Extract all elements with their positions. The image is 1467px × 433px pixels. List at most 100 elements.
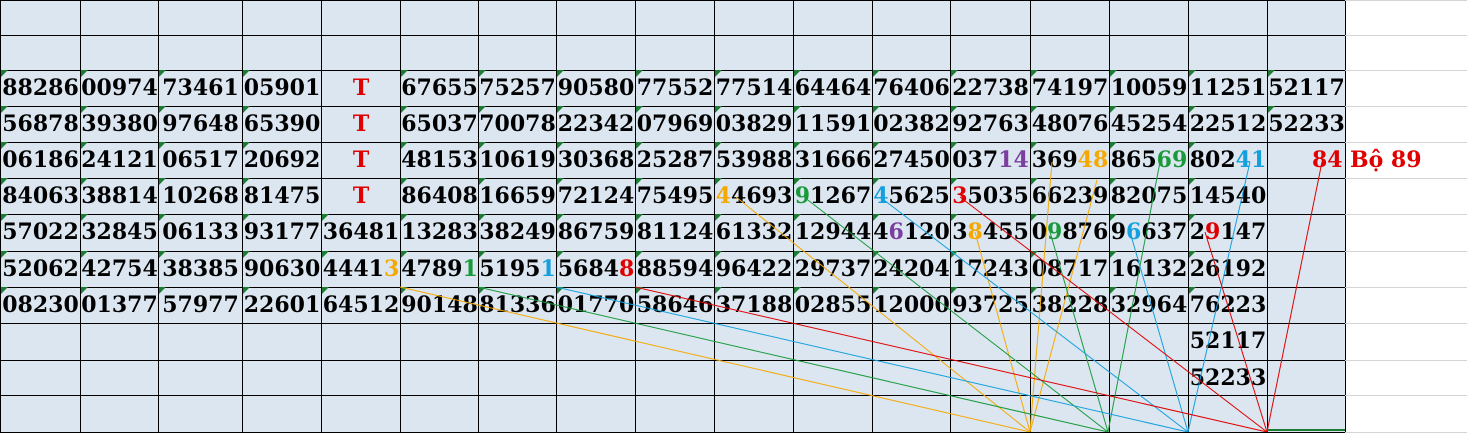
cell-r8-c8[interactable] <box>636 360 714 396</box>
cell-r4-c13[interactable]: 09876 <box>1031 214 1109 250</box>
cell-r2-c9[interactable]: 53988 <box>715 142 793 178</box>
cell-r5-c14[interactable]: 16132 <box>1110 251 1188 287</box>
cell-r2-c1[interactable]: 24121 <box>81 142 158 178</box>
cell-r3-c15[interactable]: 14540 <box>1189 178 1267 214</box>
cell-r0-c12[interactable]: 22738 <box>951 70 1030 106</box>
cell-r4-c7[interactable]: 86759 <box>557 214 635 250</box>
cell-r5-c6[interactable]: 51951 <box>479 251 556 287</box>
cell-r7-c14[interactable] <box>1110 323 1188 359</box>
cell-r6-c16[interactable] <box>1268 287 1345 323</box>
cell-r5-c8[interactable]: 88594 <box>636 251 714 287</box>
cell-r2-c8[interactable]: 25287 <box>636 142 714 178</box>
cell-r6-c7[interactable]: 01770 <box>557 287 635 323</box>
cell-r7-c13[interactable] <box>1031 323 1109 359</box>
cell-r3-c11[interactable]: 45625 <box>873 178 950 214</box>
cell-r6-c8[interactable]: 58646 <box>636 287 714 323</box>
cell-r1-c2[interactable]: 97648 <box>159 106 242 142</box>
cell-r5-c10[interactable]: 29737 <box>794 251 872 287</box>
cell-r3-c12[interactable]: 35035 <box>951 178 1030 214</box>
cell-r3-c1[interactable]: 38814 <box>81 178 158 214</box>
cell-r3-c4[interactable]: T <box>322 178 400 214</box>
cell-r8-c1[interactable] <box>81 360 158 396</box>
cell-r3-c5[interactable]: 86408 <box>401 178 478 214</box>
cell-r0-c0[interactable]: 88286 <box>1 70 80 106</box>
cell-r6-c9[interactable]: 37188 <box>715 287 793 323</box>
cell-r0-c15[interactable]: 11251 <box>1189 70 1267 106</box>
cell-r0-c11[interactable]: 76406 <box>873 70 950 106</box>
cell-r8-c5[interactable] <box>401 360 478 396</box>
cell-r0-c8[interactable]: 77552 <box>636 70 714 106</box>
cell-r4-c8[interactable]: 81124 <box>636 214 714 250</box>
cell-r3-c16[interactable] <box>1268 178 1345 214</box>
cell-r8-c0[interactable] <box>1 360 80 396</box>
cell-r7-c1[interactable] <box>81 323 158 359</box>
cell-r5-c5[interactable]: 47891 <box>401 251 478 287</box>
cell-r4-c12[interactable]: 38455 <box>951 214 1030 250</box>
cell-r7-c7[interactable] <box>557 323 635 359</box>
cell-r3-c13[interactable]: 66239 <box>1031 178 1109 214</box>
cell-r1-c8[interactable]: 07969 <box>636 106 714 142</box>
cell-r4-c6[interactable]: 38249 <box>479 214 556 250</box>
cell-r4-c10[interactable]: 12944 <box>794 214 872 250</box>
cell-r7-c12[interactable] <box>951 323 1030 359</box>
cell-r0-c14[interactable]: 10059 <box>1110 70 1188 106</box>
cell-r8-c4[interactable] <box>322 360 400 396</box>
cell-r7-c5[interactable] <box>401 323 478 359</box>
cell-r2-c14[interactable]: 86569 <box>1110 142 1188 178</box>
cell-r1-c12[interactable]: 92763 <box>951 106 1030 142</box>
cell-r5-c16[interactable] <box>1268 251 1345 287</box>
cell-r2-c10[interactable]: 31666 <box>794 142 872 178</box>
cell-r5-c4[interactable]: 44413 <box>322 251 400 287</box>
cell-r7-c3[interactable] <box>243 323 321 359</box>
cell-r6-c4[interactable]: 64512 <box>322 287 400 323</box>
cell-r2-c2[interactable]: 06517 <box>159 142 242 178</box>
cell-r1-c11[interactable]: 02382 <box>873 106 950 142</box>
cell-r8-c13[interactable] <box>1031 360 1109 396</box>
cell-r6-c12[interactable]: 93725 <box>951 287 1030 323</box>
cell-r0-c13[interactable]: 74197 <box>1031 70 1109 106</box>
cell-r3-c2[interactable]: 10268 <box>159 178 242 214</box>
cell-r4-c14[interactable]: 96637 <box>1110 214 1188 250</box>
cell-r2-c7[interactable]: 30368 <box>557 142 635 178</box>
cell-r7-c11[interactable] <box>873 323 950 359</box>
cell-r1-c15[interactable]: 22512 <box>1189 106 1267 142</box>
cell-r2-c0[interactable]: 06186 <box>1 142 80 178</box>
cell-r0-c7[interactable]: 90580 <box>557 70 635 106</box>
cell-r0-c4[interactable]: T <box>322 70 400 106</box>
cell-r0-c5[interactable]: 67655 <box>401 70 478 106</box>
cell-r8-c7[interactable] <box>557 360 635 396</box>
cell-r1-c13[interactable]: 48076 <box>1031 106 1109 142</box>
cell-r6-c10[interactable]: 02855 <box>794 287 872 323</box>
cell-r6-c14[interactable]: 32964 <box>1110 287 1188 323</box>
cell-r8-c2[interactable] <box>159 360 242 396</box>
cell-r0-c3[interactable]: 05901 <box>243 70 321 106</box>
cell-r4-c1[interactable]: 32845 <box>81 214 158 250</box>
cell-r4-c2[interactable]: 06133 <box>159 214 242 250</box>
cell-r7-c0[interactable] <box>1 323 80 359</box>
cell-r7-c2[interactable] <box>159 323 242 359</box>
cell-r8-c9[interactable] <box>715 360 793 396</box>
cell-r0-c6[interactable]: 75257 <box>479 70 556 106</box>
cell-r4-c15[interactable]: 29147 <box>1189 214 1267 250</box>
cell-r1-c4[interactable]: T <box>322 106 400 142</box>
cell-r0-c1[interactable]: 00974 <box>81 70 158 106</box>
cell-r8-c16[interactable] <box>1268 360 1345 396</box>
cell-r4-c0[interactable]: 57022 <box>1 214 80 250</box>
cell-r4-c4[interactable]: 36481 <box>322 214 400 250</box>
cell-r8-c6[interactable] <box>479 360 556 396</box>
cell-r1-c16[interactable]: 52233 <box>1268 106 1345 142</box>
cell-r2-c12[interactable]: 03714 <box>951 142 1030 178</box>
cell-r3-c10[interactable]: 91267 <box>794 178 872 214</box>
cell-r1-c5[interactable]: 65037 <box>401 106 478 142</box>
cell-r3-c3[interactable]: 81475 <box>243 178 321 214</box>
cell-r7-c15[interactable]: 52117 <box>1189 323 1267 359</box>
cell-r5-c1[interactable]: 42754 <box>81 251 158 287</box>
cell-r2-c6[interactable]: 10619 <box>479 142 556 178</box>
cell-r2-c4[interactable]: T <box>322 142 400 178</box>
cell-r3-c9[interactable]: 44693 <box>715 178 793 214</box>
cell-r5-c7[interactable]: 56848 <box>557 251 635 287</box>
cell-r8-c3[interactable] <box>243 360 321 396</box>
cell-r0-c2[interactable]: 73461 <box>159 70 242 106</box>
cell-r6-c3[interactable]: 22601 <box>243 287 321 323</box>
cell-r4-c16[interactable] <box>1268 214 1345 250</box>
